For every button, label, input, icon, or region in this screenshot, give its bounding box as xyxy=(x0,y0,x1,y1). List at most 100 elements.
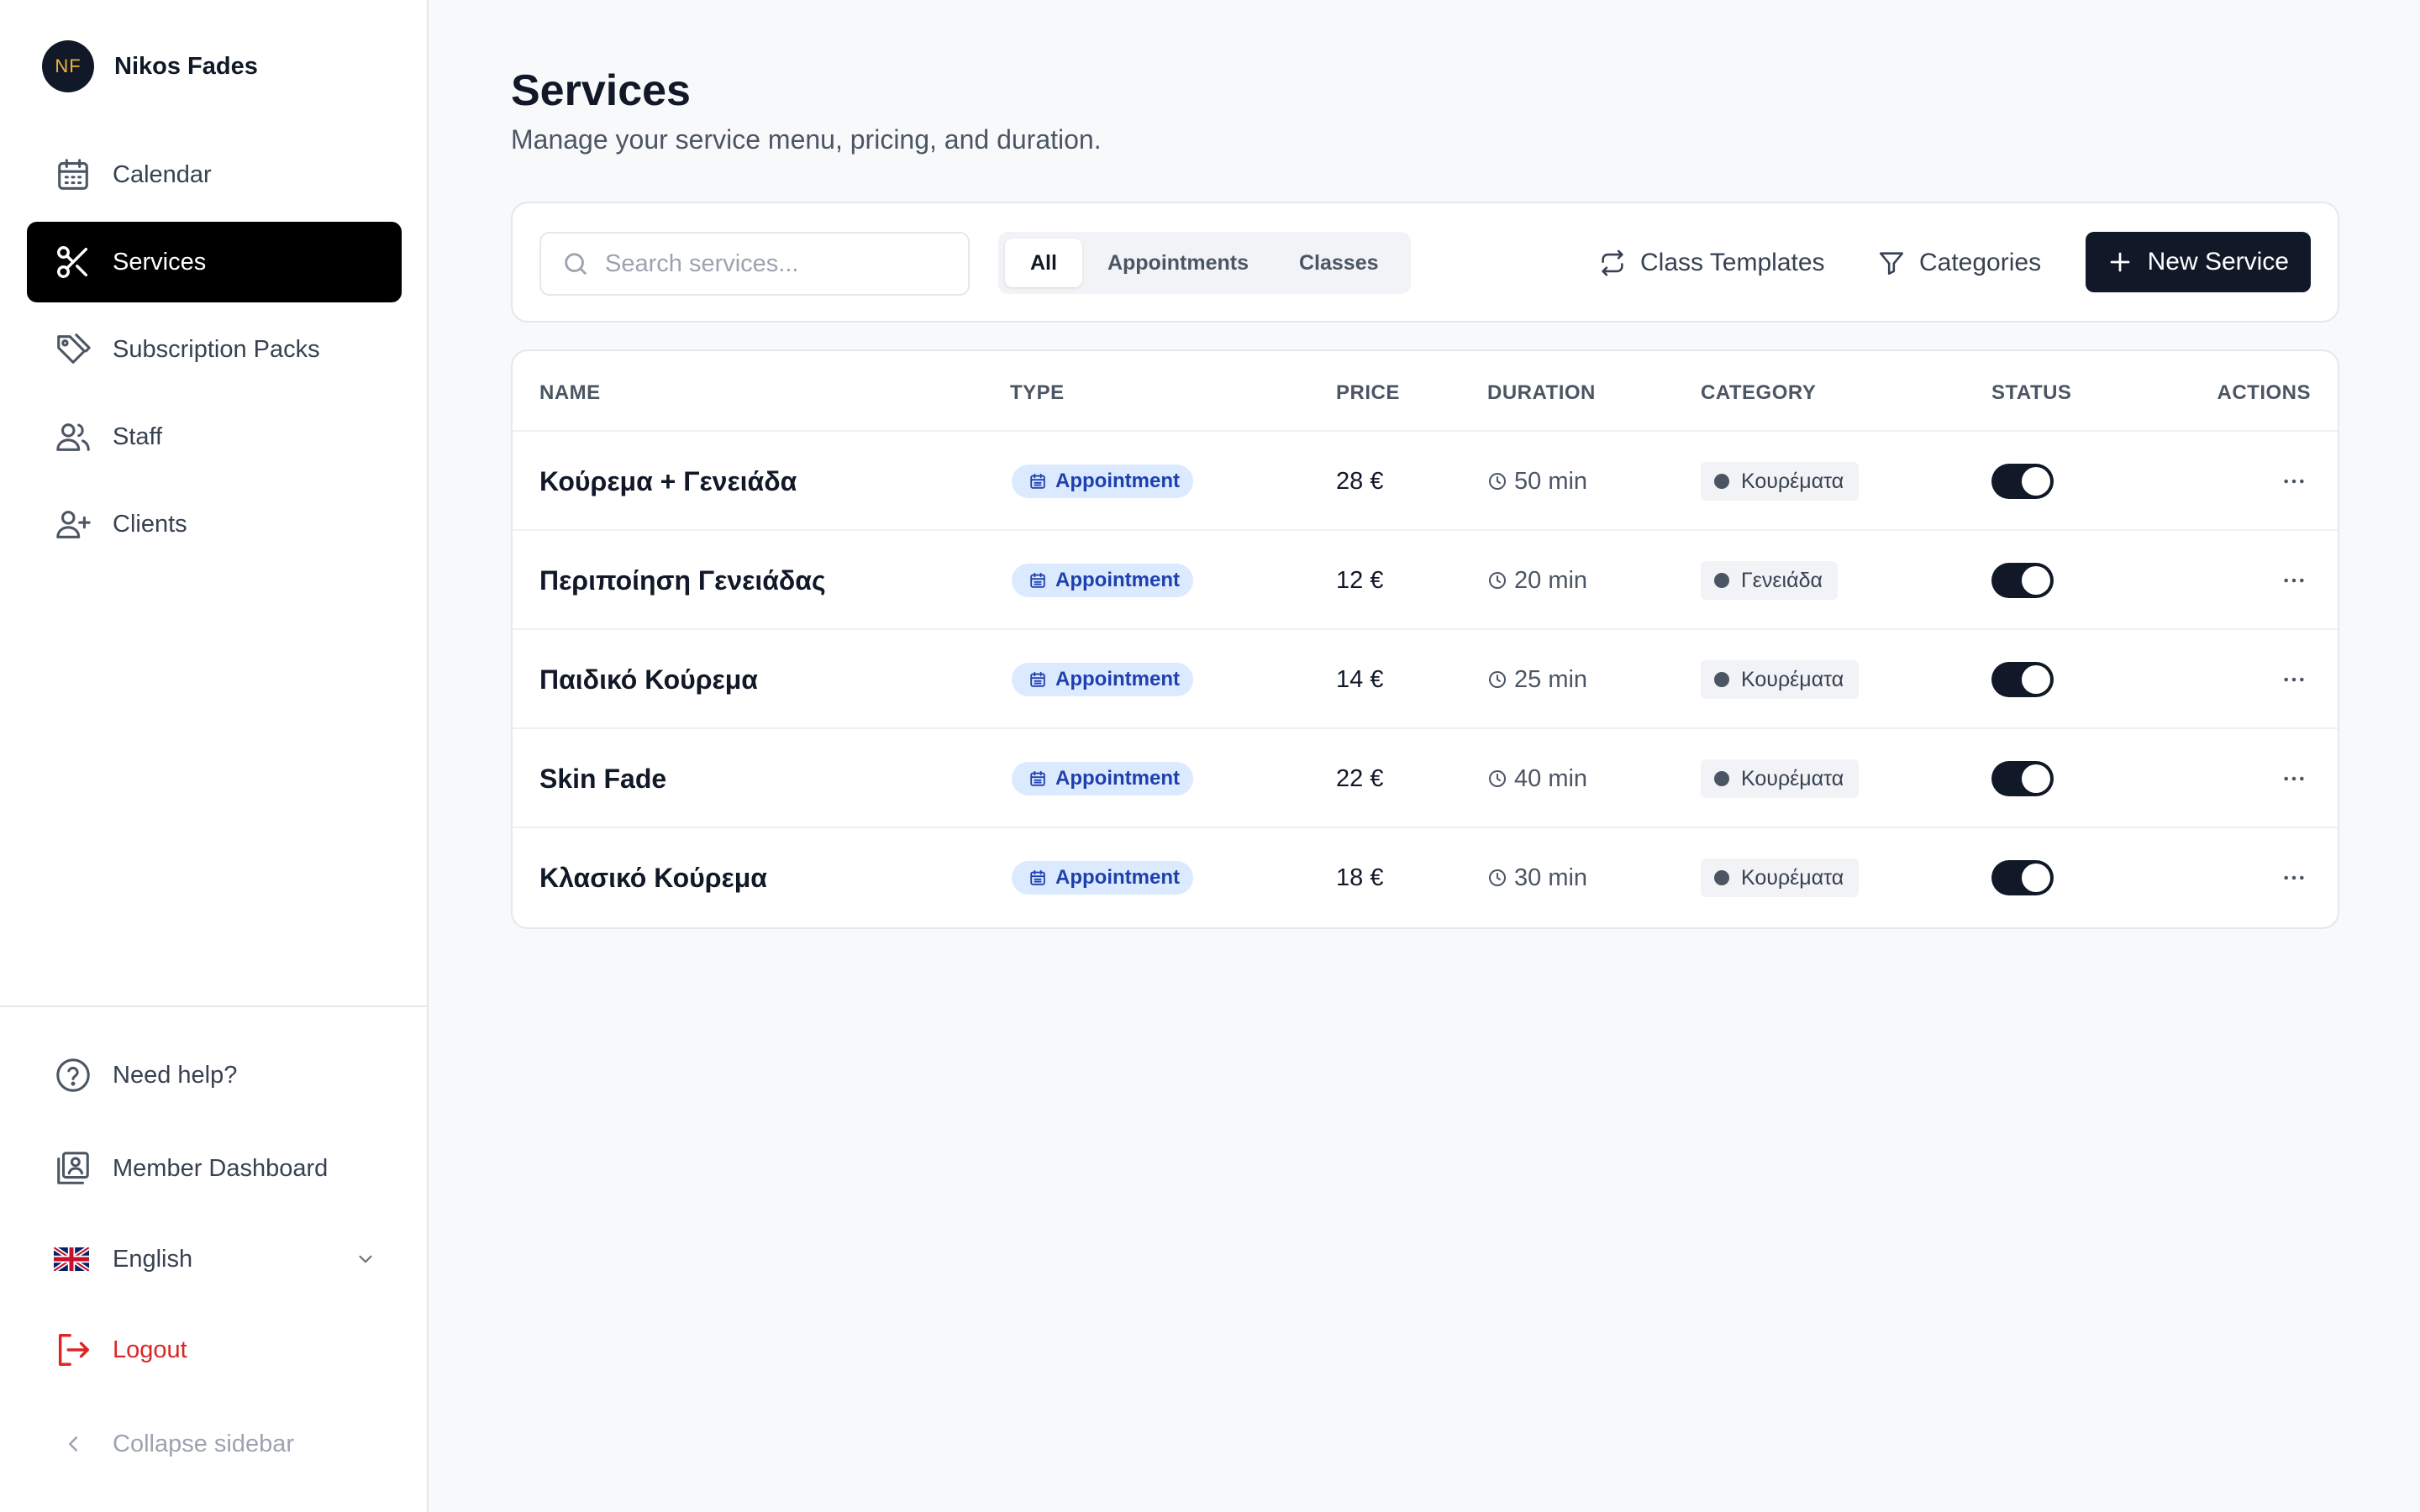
clock-icon xyxy=(1487,570,1507,591)
calendar-icon xyxy=(1028,472,1047,491)
category-badge: Γενειάδα xyxy=(1701,561,1838,600)
page-title: Services xyxy=(511,66,691,115)
plus-icon xyxy=(2107,249,2133,275)
sidebar-item-clients[interactable]: Clients xyxy=(27,484,402,564)
column-header-duration: DURATION xyxy=(1487,381,1596,404)
category-badge: Κουρέματα xyxy=(1701,660,1860,699)
price-value: 28 € xyxy=(1336,467,1384,495)
type-cell: Appointment xyxy=(1012,630,1193,729)
class-templates-button[interactable]: Class Templates xyxy=(1598,232,1825,294)
collapse-sidebar-label: Collapse sidebar xyxy=(113,1430,295,1457)
member-dashboard-label: Member Dashboard xyxy=(113,1154,329,1182)
more-actions-icon[interactable] xyxy=(2281,666,2307,693)
duration-value: 20 min xyxy=(1514,566,1588,594)
duration-value: 25 min xyxy=(1514,665,1588,693)
collapse-sidebar-button[interactable]: Collapse sidebar xyxy=(27,1415,402,1473)
category-badge: Κουρέματα xyxy=(1701,462,1860,501)
search-icon xyxy=(561,249,590,278)
search-input[interactable] xyxy=(605,249,958,278)
actions-cell xyxy=(2281,828,2307,927)
category-label: Κουρέματα xyxy=(1741,469,1844,493)
member-dashboard-link[interactable]: Member Dashboard xyxy=(27,1139,402,1198)
service-name: Κούρεμα + Γενειάδα xyxy=(539,465,797,496)
status-toggle[interactable] xyxy=(1991,662,2054,697)
sidebar-item-services[interactable]: Services xyxy=(27,222,402,302)
toggle-knob xyxy=(2022,566,2050,595)
column-header-name: NAME xyxy=(539,381,601,404)
category-dot xyxy=(1714,672,1729,687)
more-actions-icon[interactable] xyxy=(2281,468,2307,495)
table-row[interactable]: Κούρεμα + Γενειάδα Appointment 28 € 50 m… xyxy=(513,432,2338,531)
duration-cell: 20 min xyxy=(1487,531,1587,630)
type-badge: Appointment xyxy=(1012,465,1193,498)
status-toggle[interactable] xyxy=(1991,464,2054,499)
filter-all[interactable]: All xyxy=(1005,239,1082,287)
type-badge: Appointment xyxy=(1012,861,1193,895)
type-label: Appointment xyxy=(1055,470,1180,492)
type-badge: Appointment xyxy=(1012,762,1193,795)
actions-cell xyxy=(2281,432,2307,531)
sidebar-divider xyxy=(0,1005,429,1007)
toggle-knob xyxy=(2022,467,2050,496)
duration-value: 30 min xyxy=(1514,864,1588,891)
chevron-left-icon xyxy=(54,1425,92,1463)
table-row[interactable]: Skin Fade Appointment 22 € 40 min Κουρέμ… xyxy=(513,729,2338,828)
table-row[interactable]: Παιδικό Κούρεμα Appointment 14 € 25 min … xyxy=(513,630,2338,729)
clock-icon xyxy=(1487,868,1507,888)
status-toggle[interactable] xyxy=(1991,563,2054,598)
clock-icon xyxy=(1487,769,1507,789)
more-actions-icon[interactable] xyxy=(2281,765,2307,792)
need-help-label: Need help? xyxy=(113,1061,238,1089)
calendar-icon xyxy=(1028,769,1047,788)
user-profile[interactable]: NF Nikos Fades xyxy=(42,40,258,92)
status-cell xyxy=(1991,828,2054,927)
logout-label: Logout xyxy=(113,1336,187,1363)
category-dot xyxy=(1714,771,1729,786)
categories-label: Categories xyxy=(1919,249,2042,276)
column-header-status: STATUS xyxy=(1991,381,2072,404)
more-actions-icon[interactable] xyxy=(2281,567,2307,594)
type-cell: Appointment xyxy=(1012,531,1193,630)
filter-appointments[interactable]: Appointments xyxy=(1082,239,1274,287)
type-cell: Appointment xyxy=(1012,828,1193,927)
duration-cell: 30 min xyxy=(1487,828,1587,927)
column-header-actions: ACTIONS xyxy=(2217,381,2311,404)
sidebar-item-staff[interactable]: Staff xyxy=(27,396,402,477)
users-icon xyxy=(54,417,92,456)
duration-cell: 50 min xyxy=(1487,432,1587,531)
price-value: 14 € xyxy=(1336,665,1384,693)
more-actions-icon[interactable] xyxy=(2281,864,2307,891)
type-badge: Appointment xyxy=(1012,564,1193,597)
clock-icon xyxy=(1487,471,1507,491)
language-select[interactable]: English xyxy=(27,1230,402,1289)
categories-button[interactable]: Categories xyxy=(1877,232,2041,294)
status-toggle[interactable] xyxy=(1991,761,2054,796)
need-help-link[interactable]: Need help? xyxy=(27,1046,402,1105)
table-row[interactable]: Περιποίηση Γενειάδας Appointment 12 € 20… xyxy=(513,531,2338,630)
category-cell: Κουρέματα xyxy=(1701,828,1860,927)
chevron-down-icon xyxy=(355,1248,376,1270)
sidebar-item-label: Clients xyxy=(113,510,187,538)
logout-button[interactable]: Logout xyxy=(27,1320,402,1379)
page-subtitle: Manage your service menu, pricing, and d… xyxy=(511,124,1102,155)
toggle-knob xyxy=(2022,864,2050,892)
price-value: 22 € xyxy=(1336,764,1384,792)
sidebar-item-label: Subscription Packs xyxy=(113,335,320,363)
sidebar-item-calendar[interactable]: Calendar xyxy=(27,134,402,215)
type-label: Appointment xyxy=(1055,569,1180,591)
status-cell xyxy=(1991,630,2054,729)
column-header-price: PRICE xyxy=(1336,381,1400,404)
new-service-button[interactable]: New Service xyxy=(2085,232,2311,292)
category-dot xyxy=(1714,474,1729,489)
table-row[interactable]: Κλασικό Κούρεμα Appointment 18 € 30 min … xyxy=(513,828,2338,927)
sidebar-item-subscription-packs[interactable]: Subscription Packs xyxy=(27,309,402,390)
category-label: Γενειάδα xyxy=(1741,568,1823,592)
duration-cell: 40 min xyxy=(1487,729,1587,828)
uk-flag-icon xyxy=(54,1240,92,1278)
type-label: Appointment xyxy=(1055,668,1180,690)
sidebar-item-label: Services xyxy=(113,248,207,276)
new-service-label: New Service xyxy=(2147,248,2289,276)
type-filter: All Appointments Classes xyxy=(998,232,1411,294)
status-toggle[interactable] xyxy=(1991,860,2054,895)
filter-classes[interactable]: Classes xyxy=(1274,239,1404,287)
